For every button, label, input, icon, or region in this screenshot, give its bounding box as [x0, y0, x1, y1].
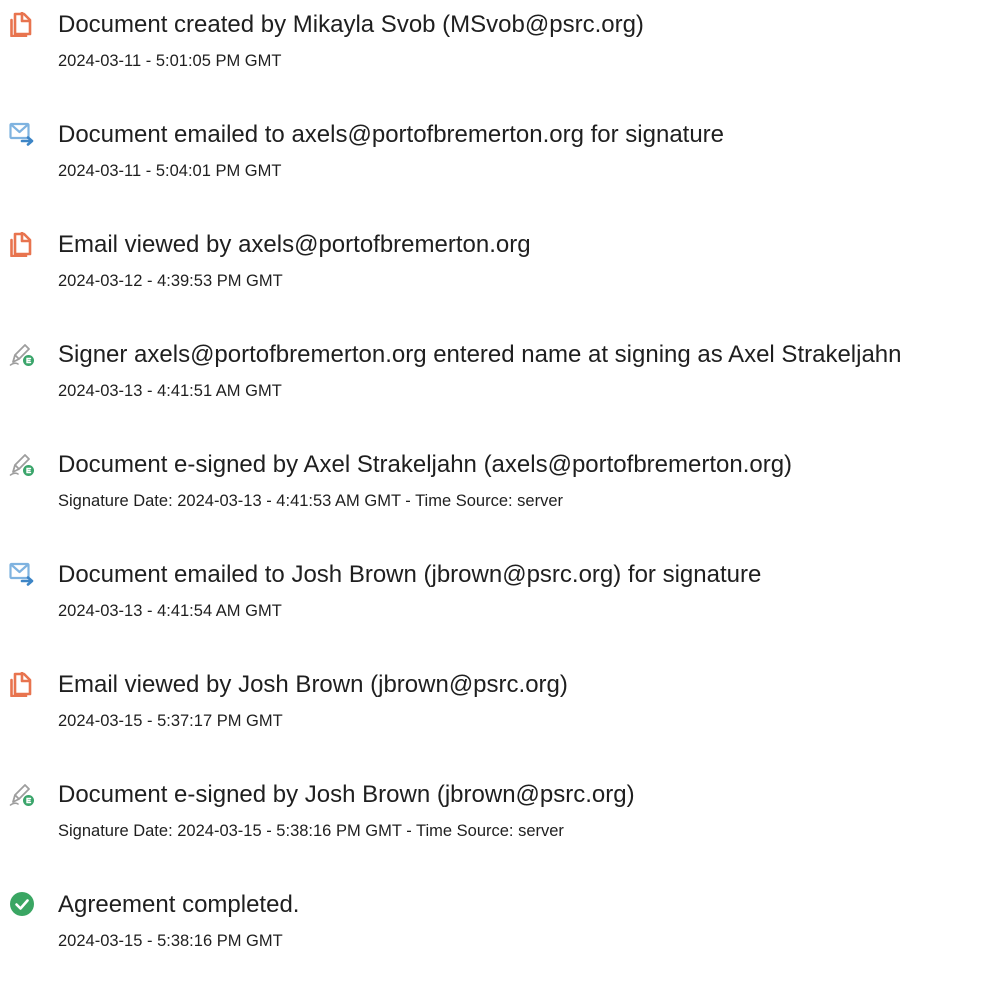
email-viewed-icon	[9, 671, 35, 697]
audit-event: Email viewed by axels@portofbremerton.or…	[0, 220, 996, 300]
document-emailed-icon	[9, 121, 35, 147]
event-timestamp: 2024-03-11 - 5:01:05 PM GMT	[58, 52, 282, 70]
event-title: Document created by Mikayla Svob (MSvob@…	[58, 11, 644, 38]
checkmark-circle-icon	[9, 891, 35, 917]
e-sign-pen-icon	[9, 781, 35, 807]
document-created-icon	[9, 11, 35, 37]
event-timestamp: 2024-03-11 - 5:04:01 PM GMT	[58, 162, 282, 180]
event-timestamp: 2024-03-15 - 5:37:17 PM GMT	[58, 712, 283, 730]
audit-event: Signer axels@portofbremerton.org entered…	[0, 330, 996, 410]
event-title: Agreement completed.	[58, 891, 300, 918]
event-title: Document e-signed by Axel Strakeljahn (a…	[58, 451, 793, 478]
e-sign-pen-icon	[9, 341, 35, 367]
event-title: Document e-signed by Josh Brown (jbrown@…	[58, 781, 635, 808]
audit-event: Document created by Mikayla Svob (MSvob@…	[0, 0, 996, 80]
audit-event: Email viewed by Josh Brown (jbrown@psrc.…	[0, 660, 996, 740]
document-emailed-icon	[9, 561, 35, 587]
event-title: Document emailed to axels@portofbremerto…	[58, 121, 725, 148]
signature-date: Signature Date: 2024-03-13 - 4:41:53 AM …	[58, 492, 564, 510]
email-viewed-icon	[9, 231, 35, 257]
audit-event: Document emailed to Josh Brown (jbrown@p…	[0, 550, 996, 630]
event-title: Email viewed by axels@portofbremerton.or…	[58, 231, 531, 258]
event-title: Email viewed by Josh Brown (jbrown@psrc.…	[58, 671, 568, 698]
audit-event: Document emailed to axels@portofbremerto…	[0, 110, 996, 190]
audit-event: Document e-signed by Axel Strakeljahn (a…	[0, 440, 996, 520]
event-timestamp: 2024-03-13 - 4:41:51 AM GMT	[58, 382, 282, 400]
e-sign-pen-icon	[9, 451, 35, 477]
event-timestamp: 2024-03-13 - 4:41:54 AM GMT	[58, 602, 282, 620]
signature-date: Signature Date: 2024-03-15 - 5:38:16 PM …	[58, 822, 564, 840]
event-timestamp: 2024-03-12 - 4:39:53 PM GMT	[58, 272, 283, 290]
event-title: Document emailed to Josh Brown (jbrown@p…	[58, 561, 762, 588]
audit-event: Agreement completed. 2024-03-15 - 5:38:1…	[0, 880, 996, 960]
audit-event: Document e-signed by Josh Brown (jbrown@…	[0, 770, 996, 850]
event-title: Signer axels@portofbremerton.org entered…	[58, 341, 902, 368]
event-timestamp: 2024-03-15 - 5:38:16 PM GMT	[58, 932, 283, 950]
